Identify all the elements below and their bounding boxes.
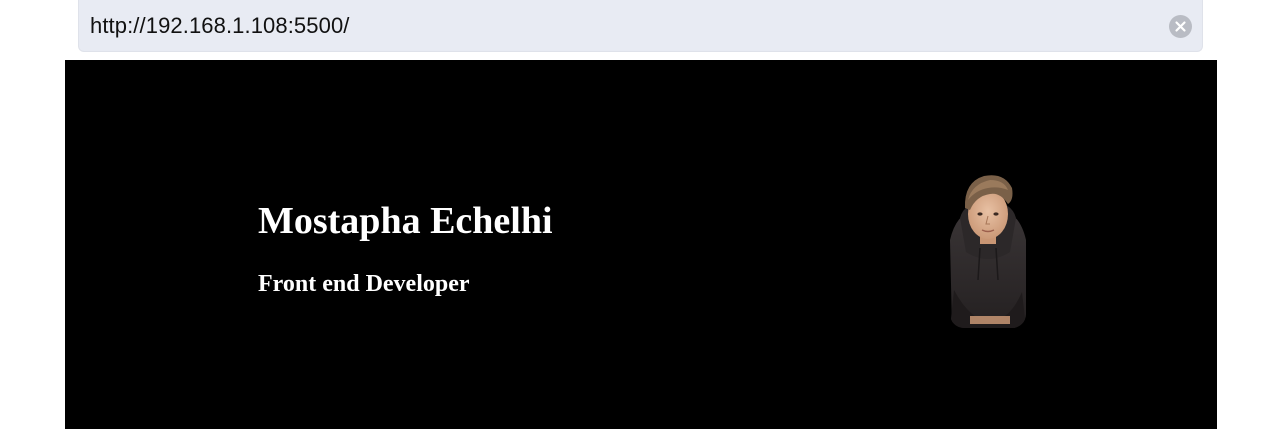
hero-name: Mostapha Echelhi <box>258 200 553 242</box>
address-bar[interactable]: http://192.168.1.108:5500/ <box>78 0 1203 52</box>
hero-role: Front end Developer <box>258 271 470 297</box>
clear-address-button[interactable] <box>1169 15 1192 38</box>
hero-section: Mostapha Echelhi Front end Developer <box>65 60 1217 429</box>
avatar <box>950 170 1026 328</box>
close-icon <box>1175 21 1186 32</box>
browser-window: http://192.168.1.108:5500/ Mostapha Eche… <box>0 0 1280 429</box>
address-url[interactable]: http://192.168.1.108:5500/ <box>90 12 350 40</box>
